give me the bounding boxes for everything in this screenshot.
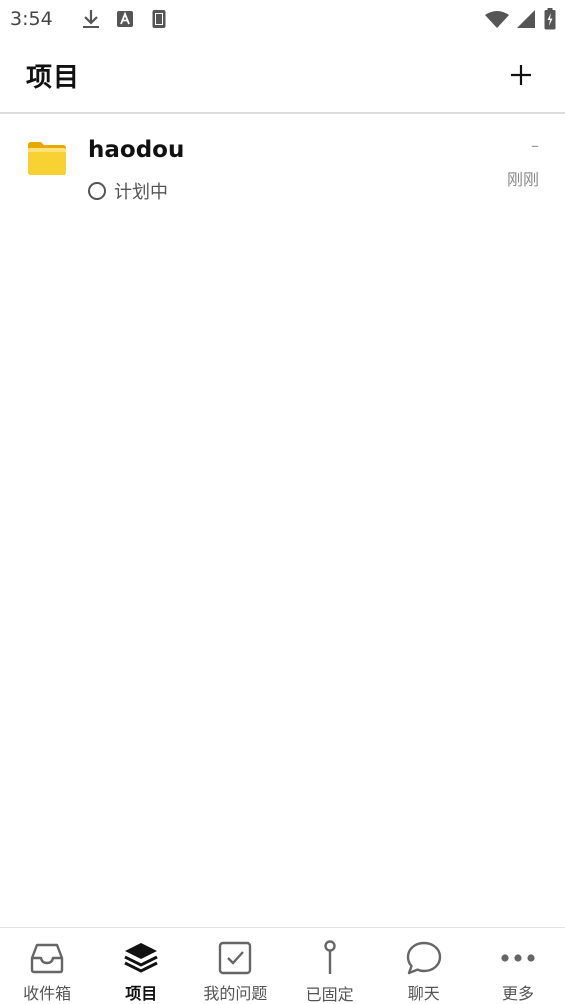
pin-icon (312, 940, 348, 976)
chat-bubble-icon (406, 940, 442, 975)
app-header: 项目 (0, 38, 565, 114)
status-circle-icon (88, 182, 106, 200)
inbox-icon (29, 940, 65, 975)
app-screen: 3:54 项目 haodou 计划中 – 刚刚 收件箱 项目 我的问题 已固定 … (0, 0, 565, 1004)
battery-charging-icon (543, 8, 557, 30)
folder-icon (28, 142, 66, 175)
project-list: haodou 计划中 – 刚刚 (0, 114, 565, 214)
nav-item-chat[interactable]: 聊天 (377, 928, 471, 1004)
project-priority-dash: – (531, 136, 539, 155)
status-left: 3:54 (10, 8, 169, 30)
nav-label: 更多 (501, 984, 534, 1003)
download-icon (81, 9, 101, 29)
signal-icon (515, 9, 537, 29)
wifi-icon (485, 9, 509, 29)
more-dots-icon (500, 940, 536, 975)
nav-label: 我的问题 (203, 984, 268, 1003)
project-item[interactable]: haodou 计划中 – 刚刚 (0, 114, 565, 214)
nav-label: 项目 (125, 984, 158, 1003)
nav-item-more[interactable]: 更多 (471, 928, 565, 1004)
project-updated-time: 刚刚 (506, 170, 539, 189)
nav-label: 收件箱 (23, 984, 72, 1003)
nav-label: 已固定 (305, 985, 354, 1004)
status-time: 3:54 (10, 8, 53, 30)
project-status: 计划中 (88, 178, 168, 204)
nav-item-projects[interactable]: 项目 (94, 928, 188, 1004)
add-project-button[interactable] (503, 57, 539, 93)
nav-item-my-issues[interactable]: 我的问题 (188, 928, 282, 1004)
nav-item-pinned[interactable]: 已固定 (283, 928, 377, 1004)
project-name: haodou (88, 137, 185, 163)
status-bar: 3:54 (0, 0, 565, 38)
checkbox-icon (217, 940, 253, 975)
layers-icon (123, 940, 159, 975)
nav-item-inbox[interactable]: 收件箱 (0, 928, 94, 1004)
nav-label: 聊天 (407, 984, 440, 1003)
sd-card-icon (149, 9, 169, 29)
bottom-nav: 收件箱 项目 我的问题 已固定 聊天 更多 (0, 927, 565, 1004)
project-status-text: 计划中 (114, 182, 168, 203)
status-right (485, 8, 557, 30)
font-a-icon (115, 9, 135, 29)
page-title: 项目 (26, 62, 81, 93)
plus-icon (511, 65, 531, 85)
